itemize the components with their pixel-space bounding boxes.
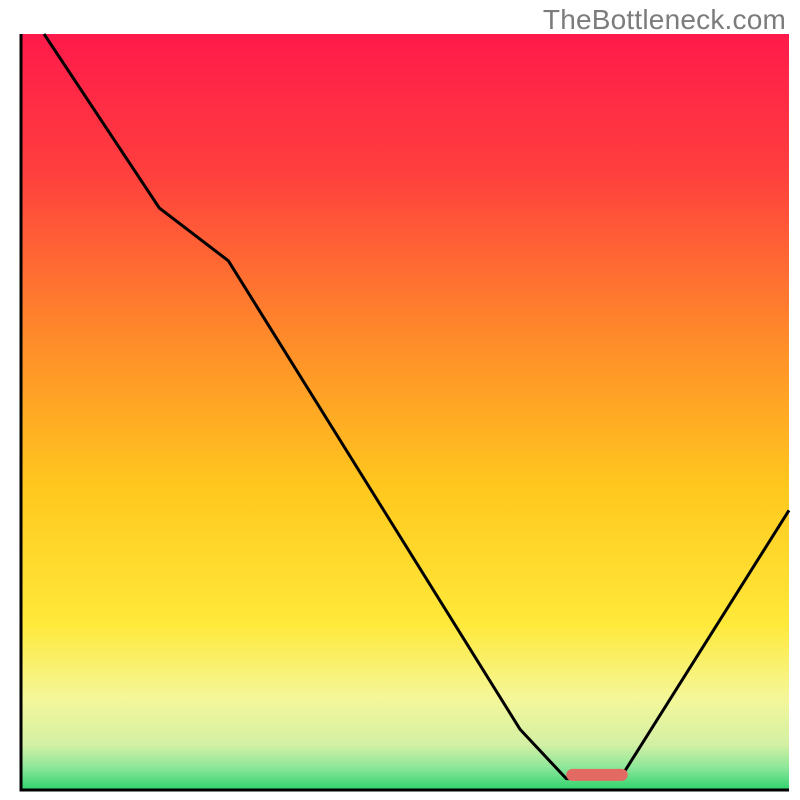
chart-background — [21, 34, 789, 790]
optimal-marker — [566, 769, 627, 781]
watermark-text: TheBottleneck.com — [543, 4, 786, 36]
bottleneck-chart — [0, 0, 800, 800]
